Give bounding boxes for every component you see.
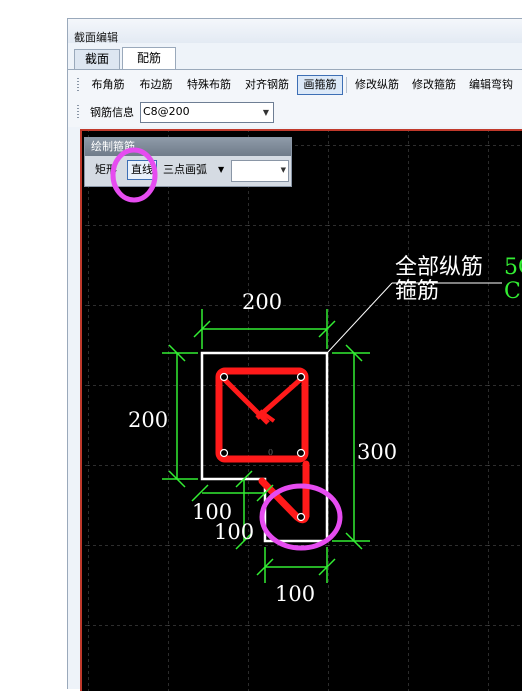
dim-left-text: 200 bbox=[128, 408, 168, 432]
section-drawing: 0 200 200 300 100 100 100 全部纵筋 箍筋 5 C bbox=[82, 131, 522, 691]
rebar-info-value: C8@200 bbox=[143, 105, 190, 118]
panel-header: 绘制箍筋 bbox=[85, 138, 291, 156]
modify-longitudinal-button[interactable]: 修改纵筋 bbox=[351, 75, 403, 95]
chevron-down-icon[interactable]: ▼ bbox=[259, 103, 273, 122]
annotation-line1: 全部纵筋 bbox=[395, 255, 483, 280]
panel-title: 绘制箍筋 bbox=[91, 140, 135, 153]
annotation-value2: C8 bbox=[504, 279, 522, 304]
chevron-down-icon[interactable]: ▼ bbox=[218, 160, 228, 180]
tab-section[interactable]: 截面 bbox=[74, 49, 120, 70]
align-rebar-button[interactable]: 对齐钢筋 bbox=[240, 75, 294, 95]
line-button[interactable]: 直线 bbox=[127, 160, 157, 180]
rebar-info-toolbar: 钢筋信息 C8@200 ▼ bbox=[68, 99, 522, 127]
drawing-canvas[interactable]: 0 200 200 300 100 100 100 全部纵筋 箍筋 5 C 绘制… bbox=[80, 129, 522, 691]
draw-stirrup-button[interactable]: 画箍筋 bbox=[297, 75, 343, 95]
section-editor-window: 截面编辑 截面 配筋 布角筋 布边筋 特殊布筋 对齐钢筋 画箍筋 修改纵筋 修改… bbox=[67, 18, 522, 691]
edge-rebar-button[interactable]: 布边筋 bbox=[134, 75, 178, 95]
rebar-info-select[interactable]: C8@200 ▼ bbox=[140, 102, 274, 123]
panel-select[interactable]: ▼ bbox=[231, 160, 289, 182]
rebar-info-label: 钢筋信息 bbox=[90, 106, 134, 119]
special-rebar-button[interactable]: 特殊布筋 bbox=[182, 75, 236, 95]
annotation-value1: 5C bbox=[504, 255, 522, 280]
annotation-line2: 箍筋 bbox=[395, 279, 439, 304]
rectangle-button[interactable]: 矩形 bbox=[95, 160, 123, 180]
dim-right-text: 300 bbox=[357, 440, 397, 464]
edit-hook-button[interactable]: 编辑弯钩 bbox=[465, 75, 517, 95]
title-bar: 截面编辑 bbox=[68, 19, 522, 44]
center-mark: 0 bbox=[268, 448, 273, 457]
modify-stirrup-button[interactable]: 修改箍筋 bbox=[408, 75, 460, 95]
chevron-down-icon[interactable]: ▼ bbox=[281, 166, 286, 174]
three-point-arc-button[interactable]: 三点画弧 bbox=[163, 160, 215, 180]
tab-reinforcement[interactable]: 配筋 bbox=[122, 47, 176, 70]
dim-bottom-text: 100 bbox=[275, 582, 315, 606]
toolbar-grip[interactable] bbox=[77, 78, 79, 92]
window-title: 截面编辑 bbox=[74, 31, 118, 44]
dim-top-text: 200 bbox=[242, 290, 282, 314]
toolbar-separator bbox=[346, 77, 347, 93]
reinforcement-toolbar: 布角筋 布边筋 特殊布筋 对齐钢筋 画箍筋 修改纵筋 修改箍筋 编辑弯钩 bbox=[68, 69, 522, 100]
draw-stirrup-panel: 绘制箍筋 矩形 直线 三点画弧 ▼ ▼ bbox=[84, 137, 292, 187]
toolbar-grip[interactable] bbox=[77, 105, 79, 119]
dim-inner-b-text: 100 bbox=[214, 520, 254, 544]
corner-rebar-button[interactable]: 布角筋 bbox=[86, 75, 130, 95]
